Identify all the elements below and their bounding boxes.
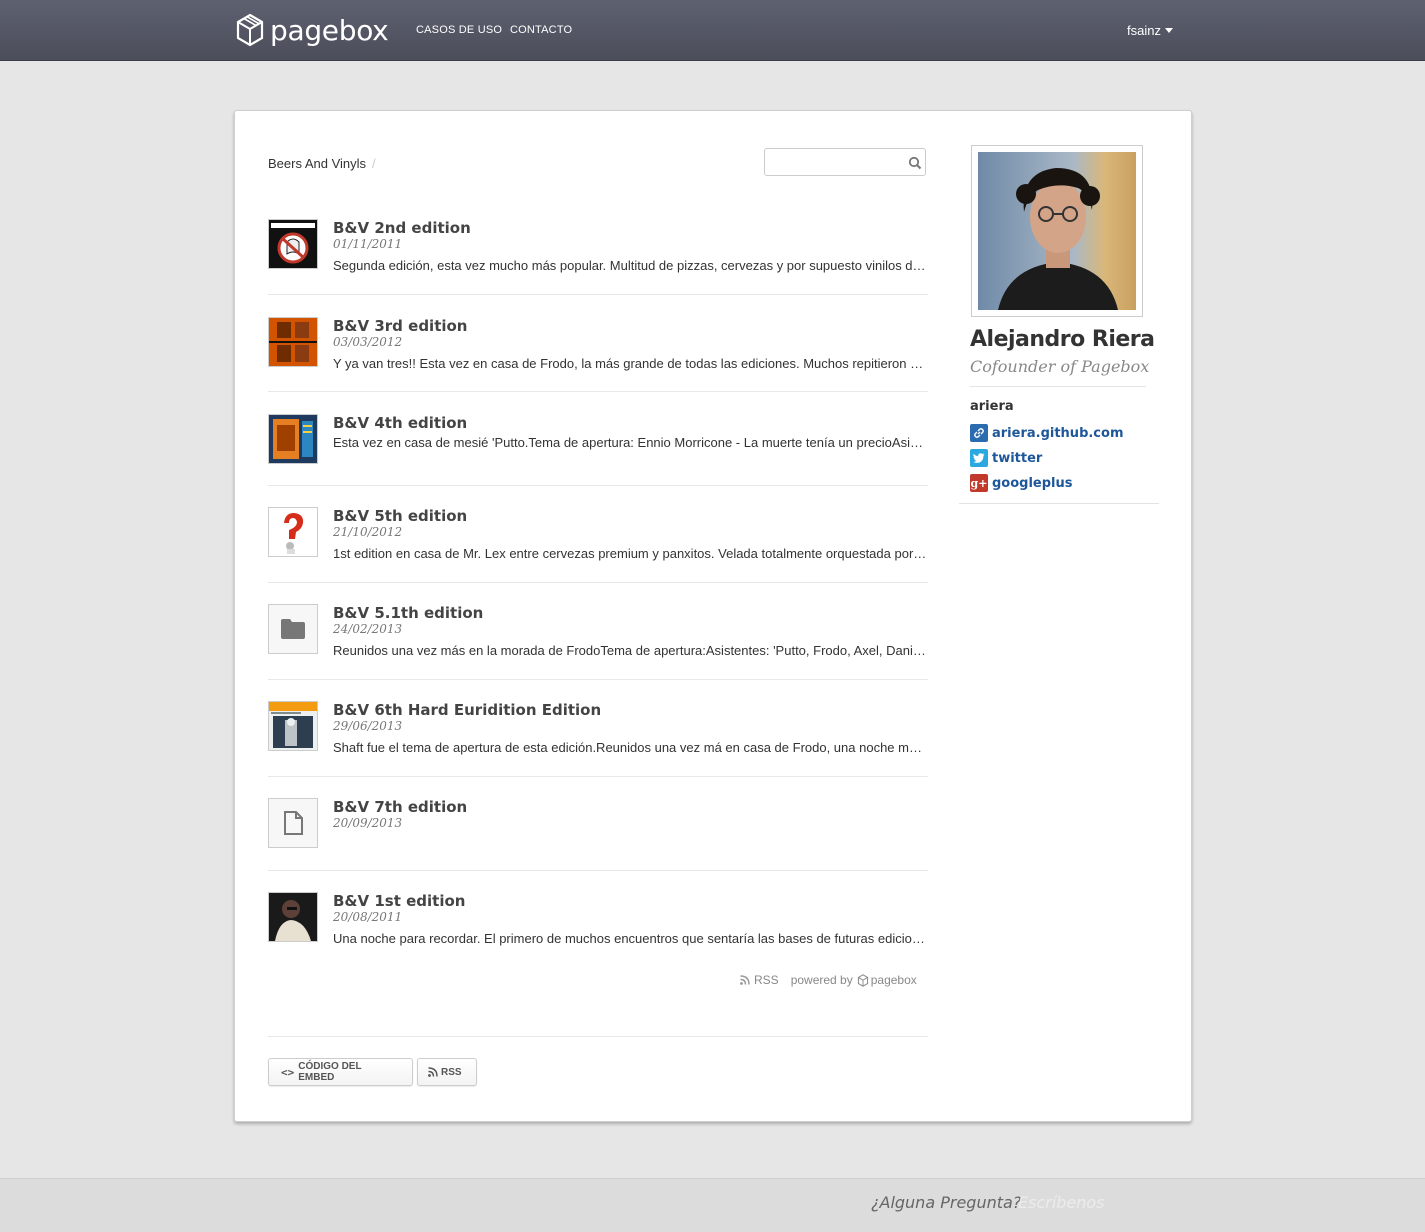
googleplus-link[interactable]: g+ googleplus bbox=[970, 474, 1073, 492]
brand-logo[interactable]: pagebox bbox=[236, 12, 389, 48]
movie-poster-image bbox=[269, 415, 317, 463]
item-description: Una noche para recordar. El primero de m… bbox=[333, 931, 927, 946]
profile-photo bbox=[971, 145, 1143, 317]
caret-down-icon bbox=[1164, 28, 1173, 33]
item-date: 01/11/2011 bbox=[333, 237, 403, 251]
section-divider bbox=[268, 1036, 928, 1037]
footer-question: ¿Alguna Pregunta? bbox=[871, 1193, 1022, 1212]
question-mark-image bbox=[284, 513, 304, 554]
item-date: 20/08/2011 bbox=[333, 910, 403, 924]
item-title[interactable]: B&V 6th Hard Euridition Edition bbox=[333, 701, 601, 719]
rss-icon bbox=[740, 975, 750, 985]
twitter-link-label: twitter bbox=[992, 450, 1043, 466]
brand-name: pagebox bbox=[270, 13, 389, 47]
list-item[interactable]: B&V 6th Hard Euridition Edition 29/06/20… bbox=[268, 680, 928, 777]
item-title[interactable]: B&V 4th edition bbox=[333, 414, 467, 432]
list-item[interactable]: B&V 5.1th edition 24/02/2013 Reunidos un… bbox=[268, 583, 928, 680]
item-date: 21/10/2012 bbox=[333, 525, 403, 539]
western-image bbox=[269, 318, 317, 366]
file-icon bbox=[284, 811, 303, 835]
link-icon bbox=[970, 424, 988, 442]
item-description: 1st edition en casa de Mr. Lex entre cer… bbox=[333, 546, 927, 561]
item-title[interactable]: B&V 5th edition bbox=[333, 507, 467, 525]
profile-username: ariera bbox=[970, 399, 1014, 414]
item-date: 24/02/2013 bbox=[333, 622, 403, 636]
footer-bar: ¿Alguna Pregunta? Escríbenos bbox=[0, 1178, 1425, 1232]
code-icon: <> bbox=[281, 1065, 295, 1079]
entries-list: B&V 2nd edition 01/11/2011 Segunda edici… bbox=[268, 206, 928, 961]
thumbnail-shaft[interactable] bbox=[268, 892, 318, 942]
folder-icon bbox=[281, 619, 305, 639]
rss-button-label: RSS bbox=[441, 1066, 462, 1078]
search-input[interactable] bbox=[764, 148, 926, 176]
profile-divider bbox=[970, 386, 1146, 387]
avatar bbox=[978, 152, 1136, 310]
ghostbusters-image bbox=[269, 220, 317, 268]
profile-name: Alejandro Riera bbox=[970, 327, 1155, 352]
embed-code-button[interactable]: <> CÓDIGO DEL EMBED bbox=[268, 1058, 413, 1086]
item-date: 29/06/2013 bbox=[333, 719, 403, 733]
nav-link-contacto[interactable]: CONTACTO bbox=[510, 24, 572, 36]
footer-contact-link[interactable]: Escríbenos bbox=[1018, 1193, 1105, 1212]
top-navbar: pagebox CASOS DE USO CONTACTO fsainz bbox=[0, 0, 1425, 61]
thumbnail-jazz[interactable] bbox=[268, 701, 318, 751]
item-title[interactable]: B&V 5.1th edition bbox=[333, 604, 483, 622]
pagebox-cube-icon bbox=[857, 973, 868, 987]
rss-icon bbox=[428, 1067, 438, 1077]
jazz-album-image bbox=[269, 702, 317, 750]
thumbnail-poster[interactable] bbox=[268, 414, 318, 464]
item-title[interactable]: B&V 3rd edition bbox=[333, 317, 468, 335]
list-item[interactable]: B&V 7th edition 20/09/2013 bbox=[268, 777, 928, 871]
rss-button[interactable]: RSS bbox=[417, 1058, 477, 1086]
item-description: Esta vez en casa de mesié 'Putto.Tema de… bbox=[333, 435, 927, 450]
search-icon[interactable] bbox=[908, 156, 922, 170]
item-title[interactable]: B&V 2nd edition bbox=[333, 219, 471, 237]
googleplus-icon: g+ bbox=[970, 474, 988, 492]
list-item[interactable]: B&V 3rd edition 03/03/2012 Y ya van tres… bbox=[268, 295, 928, 392]
list-item[interactable]: B&V 1st edition 20/08/2011 Una noche par… bbox=[268, 871, 928, 961]
breadcrumb-item[interactable]: Beers And Vinyls bbox=[268, 156, 366, 171]
item-description: Segunda edición, esta vez mucho más popu… bbox=[333, 258, 927, 273]
website-link[interactable]: ariera.github.com bbox=[970, 424, 1124, 442]
shaft-image bbox=[269, 893, 317, 941]
powered-by-label: powered by bbox=[790, 973, 853, 987]
list-item[interactable]: B&V 4th edition Esta vez en casa de mesi… bbox=[268, 392, 928, 486]
powered-brand[interactable]: pagebox bbox=[871, 973, 917, 987]
item-title[interactable]: B&V 7th edition bbox=[333, 798, 467, 816]
item-description: Reunidos una vez más en la morada de Fro… bbox=[333, 643, 927, 658]
list-item[interactable]: B&V 5th edition 21/10/2012 1st edition e… bbox=[268, 486, 928, 583]
item-description: Shaft fue el tema de apertura de esta ed… bbox=[333, 740, 927, 755]
profile-divider-bottom bbox=[959, 503, 1159, 504]
thumbnail-ghostbusters[interactable] bbox=[268, 219, 318, 269]
thumbnail-western[interactable] bbox=[268, 317, 318, 367]
powered-by: RSS powered by pagebox bbox=[740, 973, 921, 987]
item-description: Y ya van tres!! Esta vez en casa de Frod… bbox=[333, 356, 927, 371]
profile-role: Cofounder of Pagebox bbox=[970, 357, 1150, 376]
rss-link[interactable]: RSS bbox=[754, 973, 779, 987]
list-item[interactable]: B&V 2nd edition 01/11/2011 Segunda edici… bbox=[268, 206, 928, 295]
user-menu[interactable]: fsainz bbox=[1127, 23, 1173, 38]
pagebox-cube-icon bbox=[236, 13, 264, 47]
thumbnail-question[interactable] bbox=[268, 507, 318, 557]
main-card: Beers And Vinyls / B&V 2nd edition 01/11/… bbox=[234, 110, 1192, 1122]
user-name: fsainz bbox=[1127, 23, 1161, 38]
googleplus-link-label: googleplus bbox=[992, 475, 1073, 491]
thumbnail-placeholder[interactable] bbox=[268, 604, 318, 654]
breadcrumb-separator: / bbox=[372, 156, 376, 171]
nav-link-casos-de-uso[interactable]: CASOS DE USO bbox=[416, 24, 502, 36]
thumbnail-placeholder[interactable] bbox=[268, 798, 318, 848]
twitter-link[interactable]: twitter bbox=[970, 449, 1042, 467]
website-link-label: ariera.github.com bbox=[992, 425, 1124, 441]
twitter-icon bbox=[970, 449, 988, 467]
item-date: 03/03/2012 bbox=[333, 335, 403, 349]
item-title[interactable]: B&V 1st edition bbox=[333, 892, 465, 910]
embed-button-label: CÓDIGO DEL EMBED bbox=[298, 1061, 362, 1083]
item-date: 20/09/2013 bbox=[333, 816, 403, 830]
breadcrumb: Beers And Vinyls / bbox=[268, 156, 376, 171]
